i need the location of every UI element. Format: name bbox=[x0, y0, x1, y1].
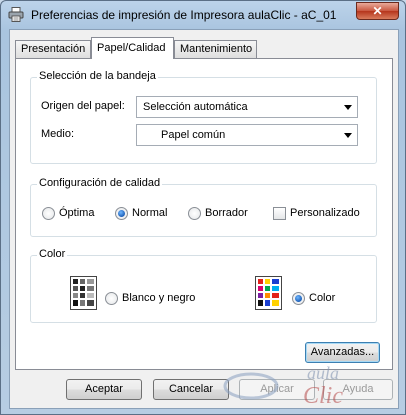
quality-settings-group: Configuración de calidad Óptima Normal B… bbox=[30, 177, 377, 237]
chevron-down-icon bbox=[344, 133, 352, 138]
print-preferences-dialog: Preferencias de impresión de Impresora a… bbox=[0, 0, 406, 415]
custom-quality-label[interactable]: Personalizado bbox=[290, 207, 360, 219]
advanced-button[interactable]: Avanzadas... bbox=[305, 342, 380, 363]
accept-button[interactable]: Aceptar bbox=[66, 379, 142, 400]
quality-borrador-radio[interactable] bbox=[188, 207, 201, 220]
media-label: Medio: bbox=[41, 128, 75, 140]
chevron-down-icon bbox=[344, 105, 352, 110]
help-button[interactable]: Ayuda bbox=[323, 379, 393, 400]
tab-mantenimiento[interactable]: Mantenimiento bbox=[174, 40, 257, 58]
color-group: Color Blanco y negro Color bbox=[30, 248, 377, 323]
tray-selection-title: Selección de la bandeja bbox=[37, 70, 158, 82]
close-icon: ✕ bbox=[372, 4, 383, 18]
printer-icon bbox=[8, 7, 24, 22]
title-bar[interactable]: Preferencias de impresión de Impresora a… bbox=[1, 1, 405, 29]
paper-source-dropdown[interactable]: Selección automática bbox=[136, 96, 358, 118]
tab-presentacion[interactable]: Presentación bbox=[15, 40, 91, 58]
tab-panel-papel-calidad: Selección de la bandeja Origen del papel… bbox=[15, 58, 393, 370]
cancel-button[interactable]: Cancelar bbox=[153, 379, 229, 400]
dialog-client-area: Presentación Papel/Calidad Mantenimiento… bbox=[9, 29, 399, 409]
close-button[interactable]: ✕ bbox=[356, 2, 399, 20]
window-title: Preferencias de impresión de Impresora a… bbox=[31, 8, 337, 22]
color-radio[interactable] bbox=[292, 292, 305, 305]
quality-optima-label[interactable]: Óptima bbox=[59, 207, 94, 219]
quality-settings-title: Configuración de calidad bbox=[37, 177, 163, 189]
tray-selection-group: Selección de la bandeja Origen del papel… bbox=[30, 70, 377, 164]
custom-quality-checkbox[interactable] bbox=[273, 207, 286, 220]
apply-button[interactable]: Aplicar bbox=[239, 379, 315, 400]
color-print-icon bbox=[255, 276, 282, 310]
quality-normal-radio[interactable] bbox=[115, 207, 128, 220]
black-and-white-label[interactable]: Blanco y negro bbox=[122, 292, 195, 304]
quality-borrador-label[interactable]: Borrador bbox=[205, 207, 248, 219]
quality-normal-label[interactable]: Normal bbox=[132, 207, 167, 219]
media-dropdown[interactable]: Papel común bbox=[136, 124, 358, 146]
media-value: Papel común bbox=[161, 129, 226, 141]
grayscale-print-icon bbox=[70, 276, 97, 310]
quality-optima-radio[interactable] bbox=[42, 207, 55, 220]
paper-source-value: Selección automática bbox=[143, 101, 248, 113]
paper-source-label: Origen del papel: bbox=[41, 100, 125, 112]
tab-strip: Presentación Papel/Calidad Mantenimiento bbox=[15, 37, 395, 59]
color-label[interactable]: Color bbox=[309, 292, 335, 304]
color-group-title: Color bbox=[37, 248, 68, 260]
tab-papel-calidad[interactable]: Papel/Calidad bbox=[91, 37, 174, 59]
black-and-white-radio[interactable] bbox=[105, 292, 118, 305]
